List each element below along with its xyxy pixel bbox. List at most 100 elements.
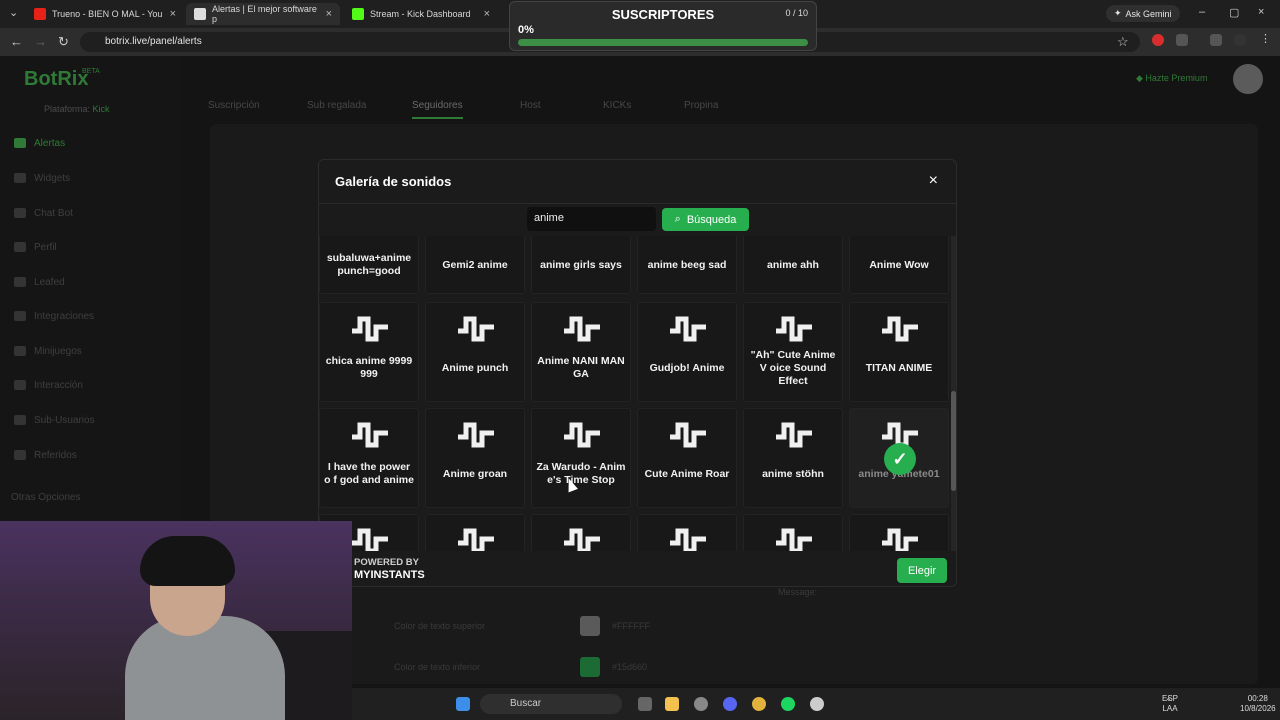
menu-icon[interactable]: ⋮ — [1260, 32, 1272, 45]
bookmark-icon[interactable]: ☆ — [1117, 34, 1129, 50]
scrollbar-thumb[interactable] — [951, 391, 956, 491]
sound-card[interactable]: "Ah" Cute Anime V oice Sound Effect — [743, 302, 843, 402]
sound-card[interactable]: chica anime 9999 999 — [319, 302, 419, 402]
sidebar-item-otras[interactable]: Otras Opciones — [11, 488, 80, 506]
avatar[interactable] — [1233, 64, 1263, 94]
close-icon[interactable]: × — [326, 8, 332, 20]
tab-seguidores[interactable]: Seguidores — [412, 100, 463, 119]
sidebar-item-interaccion[interactable]: Interacción — [14, 376, 83, 394]
sound-card[interactable]: anime ahh — [743, 236, 843, 294]
tab-propina[interactable]: Propina — [684, 100, 718, 111]
obs-icon[interactable] — [810, 697, 824, 711]
sidebar-item-widgets[interactable]: Widgets — [14, 169, 70, 187]
sound-card[interactable]: Anime NANI MAN GA — [531, 302, 631, 402]
sound-card[interactable]: Anime Wow — [849, 236, 949, 294]
media-icon[interactable] — [1210, 34, 1222, 46]
sound-card[interactable]: Anime punch — [425, 302, 525, 402]
sidebar-item-alertas[interactable]: Alertas — [14, 134, 65, 152]
sound-card[interactable]: subaluwa+anime punch=good — [319, 236, 419, 294]
sidebar-item-leafed[interactable]: Leafed — [14, 273, 65, 291]
sound-card[interactable]: TITAN ANIME — [849, 302, 949, 402]
tab-sub-regalada[interactable]: Sub regalada — [307, 100, 367, 111]
modal-title: Galería de sonidos — [335, 174, 452, 189]
sound-card-label: Anime punch — [441, 361, 509, 374]
search-button[interactable]: ⌕ Búsqueda — [662, 208, 749, 231]
scrollbar[interactable] — [951, 236, 956, 551]
leaf-icon — [14, 277, 26, 287]
minimize-icon[interactable]: – — [1199, 6, 1205, 18]
tab-host[interactable]: Host — [520, 100, 541, 111]
extension-icon[interactable] — [1152, 34, 1164, 46]
bottom-color-value[interactable]: #15d660 — [612, 662, 647, 672]
sound-card[interactable] — [743, 514, 843, 551]
windows-start-icon[interactable] — [456, 697, 470, 711]
maximize-icon[interactable]: ▢ — [1229, 6, 1239, 19]
taskbar-search-label: Buscar — [510, 698, 542, 709]
widgets-icon — [14, 173, 26, 183]
profile-icon — [14, 242, 26, 252]
reload-icon[interactable]: ↻ — [58, 34, 69, 50]
clock[interactable]: 00:28 10/8/2026 — [1240, 694, 1276, 714]
sound-card[interactable] — [425, 514, 525, 551]
top-color-swatch[interactable] — [580, 616, 600, 636]
sound-card[interactable] — [637, 514, 737, 551]
profile-icon[interactable] — [1234, 34, 1246, 46]
tab-kicks[interactable]: KICKs — [603, 100, 631, 111]
tab-youtube[interactable]: Trueno - BIEN O MAL - You × — [26, 3, 184, 25]
back-icon[interactable]: ← — [10, 34, 23, 49]
sound-card[interactable]: Cute Anime Roar — [637, 408, 737, 508]
sound-card[interactable] — [849, 514, 949, 551]
choose-button[interactable]: Elegir — [897, 558, 947, 583]
window-close-icon[interactable]: × — [1258, 6, 1264, 18]
sidebar-item-referidos[interactable]: Referidos — [14, 446, 77, 464]
sound-wave-icon — [458, 422, 494, 448]
chrome-icon[interactable] — [752, 697, 766, 711]
sidebar-item-perfil[interactable]: Perfil — [14, 238, 57, 256]
webcam-person-hair — [140, 536, 235, 586]
sound-grid: subaluwa+anime punch=good Gemi2 anime anim… — [319, 236, 950, 551]
sidebar-item-integraciones[interactable]: Integraciones — [14, 307, 94, 325]
sound-card[interactable]: anime yamete01 ✓ — [849, 408, 949, 508]
sound-card[interactable]: anime stöhn — [743, 408, 843, 508]
provider-label[interactable]: MYINSTANTS — [354, 569, 425, 581]
ask-gemini-button[interactable]: ✦ Ask Gemini — [1106, 5, 1180, 22]
file-explorer-icon[interactable] — [665, 697, 679, 711]
sound-card[interactable]: Gemi2 anime — [425, 236, 525, 294]
sound-card[interactable]: Gudjob! Anime — [637, 302, 737, 402]
tab-kick[interactable]: Stream - Kick Dashboard × — [344, 3, 498, 25]
sidebar-item-subusuarios[interactable]: Sub-Usuarios — [14, 411, 95, 429]
forward-icon[interactable]: → — [34, 34, 47, 49]
bottom-color-swatch[interactable] — [580, 657, 600, 677]
sound-card[interactable] — [531, 514, 631, 551]
close-icon[interactable]: × — [170, 8, 176, 20]
search-input[interactable]: anime — [527, 207, 656, 231]
lang-top: ESP — [1162, 694, 1179, 703]
sound-card[interactable]: anime girls says — [531, 236, 631, 294]
task-view-icon[interactable] — [638, 697, 652, 711]
sound-card[interactable]: Za Warudo - Anim e's Time Stop — [531, 408, 631, 508]
sidebar-item-label: Interacción — [34, 379, 83, 391]
sound-card[interactable]: Anime groan — [425, 408, 525, 508]
top-color-value[interactable]: #FFFFFF — [612, 621, 650, 631]
close-icon[interactable]: × — [929, 172, 938, 190]
close-icon[interactable]: × — [484, 8, 490, 20]
sound-wave-icon — [458, 528, 494, 551]
webcam-overlay — [0, 521, 352, 720]
ask-gemini-label: Ask Gemini — [1125, 8, 1172, 19]
taskbar-search[interactable]: Buscar — [480, 694, 622, 714]
sidebar-item-minijuegos[interactable]: Minijuegos — [14, 342, 82, 360]
app-icon[interactable] — [694, 697, 708, 711]
spotify-icon[interactable] — [781, 697, 795, 711]
discord-icon[interactable] — [723, 697, 737, 711]
premium-label: Hazte Premium — [1145, 73, 1208, 83]
language-indicator[interactable]: ESP LAA — [1162, 694, 1178, 714]
tab-search-icon[interactable]: ⌄ — [9, 6, 18, 19]
sound-card[interactable]: I have the power o f god and anime — [319, 408, 419, 508]
tab-suscripcion[interactable]: Suscripción — [208, 100, 260, 111]
sidebar-item-chatbot[interactable]: Chat Bot — [14, 204, 73, 222]
puzzle-icon[interactable] — [1176, 34, 1188, 46]
premium-link[interactable]: ◆ Hazte Premium — [1136, 73, 1207, 84]
sound-card[interactable]: anime beeg sad — [637, 236, 737, 294]
sound-wave-icon — [776, 316, 812, 342]
tab-botrix[interactable]: Alertas | El mejor software p × — [186, 3, 340, 25]
